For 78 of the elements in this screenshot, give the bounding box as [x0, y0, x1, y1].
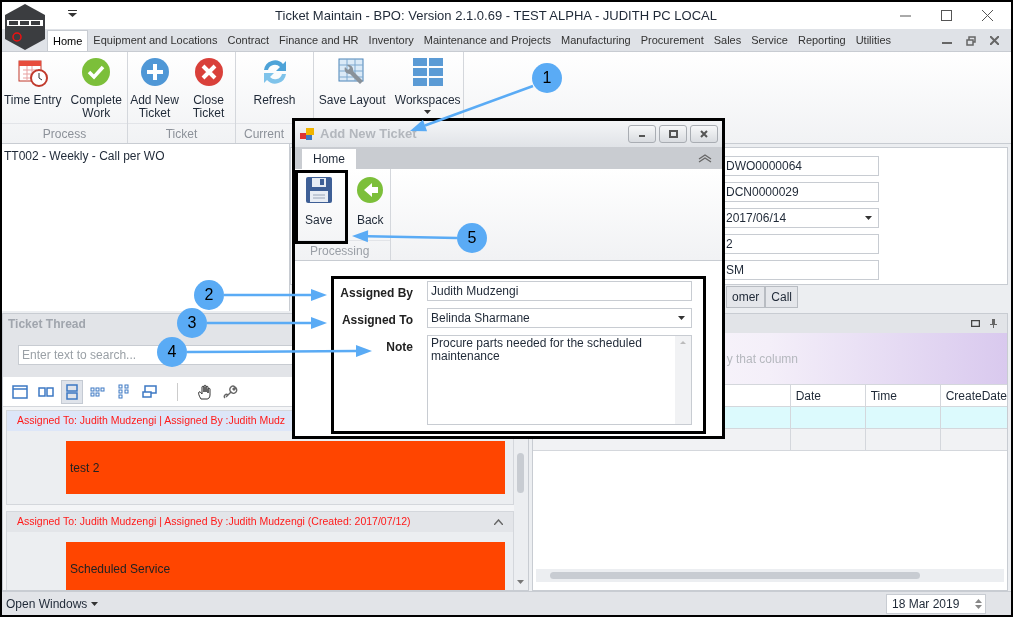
ribbon-tab[interactable]: Inventory: [363, 30, 419, 51]
ribbon-tab[interactable]: Procurement: [635, 30, 709, 51]
ribbon-tab[interactable]: Manufacturing: [556, 30, 636, 51]
note-field[interactable]: Procure parts needed for the scheduled maintenance: [427, 335, 692, 425]
panel-title: Ticket Thread: [8, 315, 86, 333]
field-label: Assigned By: [340, 285, 413, 302]
quick-access-icon[interactable]: [68, 10, 77, 17]
add-icon: [138, 56, 171, 88]
back-icon: [356, 176, 385, 204]
ribbon-button[interactable]: Time Entry: [2, 56, 64, 107]
tab[interactable]: Call: [765, 286, 798, 308]
column-header[interactable]: CreateDate: [940, 385, 1007, 406]
record-title: TT002 - Weekly - Call per WO: [4, 149, 165, 163]
field-label: Assigned To: [341, 312, 413, 329]
ribbon-button[interactable]: Save Layout: [314, 56, 391, 107]
maximize-icon: [666, 129, 680, 139]
collapse-icon[interactable]: [493, 519, 503, 525]
open-windows-menu[interactable]: Open Windows: [6, 594, 99, 613]
column-header[interactable]: Date: [790, 385, 866, 406]
tab[interactable]: omer: [726, 286, 766, 308]
app-icon: [300, 127, 314, 141]
dialog-title: Add New Ticket: [320, 125, 417, 144]
ribbon-tab[interactable]: Reporting: [792, 30, 851, 51]
ribbon-button[interactable]: Add New Ticket: [128, 56, 181, 120]
maximize-icon[interactable]: [971, 320, 980, 327]
entry-header: Assigned To: Judith Mudzengi | Assigned By :Judith Mudz: [17, 413, 286, 429]
window-title: Ticket Maintain - BPO: Version 2.1.0.69 - TEST ALPHA - JUDITH PC LOCAL: [274, 6, 718, 25]
close-icon[interactable]: [982, 10, 993, 21]
group-label: Processing: [310, 242, 370, 260]
ribbon-tab[interactable]: Home: [302, 149, 356, 169]
caret-icon: [678, 316, 685, 320]
maximize-button[interactable]: [659, 125, 687, 143]
group-label: Ticket: [165, 125, 198, 143]
column-header[interactable]: Time: [865, 385, 941, 406]
date-field[interactable]: 18 Mar 2019: [886, 593, 986, 614]
scrollbar[interactable]: [535, 569, 1004, 582]
rows-icon[interactable]: [61, 379, 83, 404]
save-icon: [304, 176, 333, 204]
ribbon-button[interactable]: Refresh: [241, 56, 308, 107]
group-label: Process: [42, 125, 87, 143]
restore-icon[interactable]: [966, 35, 976, 46]
caret-icon: [91, 601, 99, 606]
ribbon-button[interactable]: Complete Work: [65, 56, 127, 120]
close-button[interactable]: [690, 125, 718, 143]
check-icon: [80, 56, 113, 88]
spin-icon[interactable]: [975, 597, 982, 610]
thread-entry[interactable]: Assigned To: Judith Mudzengi | Assigned By :Judith Mudzengi (Created: 2017/07/12) Scheduled Service: [6, 511, 514, 590]
ribbon-button[interactable]: Back: [350, 176, 390, 229]
close-icon[interactable]: [990, 36, 999, 45]
group-hint: y that column: [726, 350, 798, 368]
ribbon-tab[interactable]: Utilities: [850, 30, 897, 51]
ribbon-button[interactable]: Close Ticket: [182, 56, 235, 120]
grid-icon: [410, 56, 445, 88]
group-label: Current: [244, 125, 284, 143]
scroll-down-icon[interactable]: [517, 580, 525, 584]
caret-icon: [865, 216, 872, 220]
note-text: test 2: [70, 459, 100, 477]
ribbon-tab[interactable]: Equipment and Locations: [88, 30, 223, 51]
ribbon-tab[interactable]: Service: [746, 30, 793, 51]
ribbon-tab[interactable]: Finance and HR: [274, 30, 364, 51]
close-icon: [697, 129, 711, 139]
scrollbar-thumb[interactable]: [517, 453, 525, 493]
note-text: Scheduled Service: [70, 560, 171, 578]
ribbon-tab[interactable]: Contract: [222, 30, 275, 51]
collapse-icon[interactable]: [698, 154, 712, 163]
ribbon-button[interactable]: Workspaces: [392, 56, 463, 114]
maximize-icon[interactable]: [941, 10, 952, 21]
entry-header: Assigned To: Judith Mudzengi | Assigned By :Judith Mudzengi (Created: 2017/07/12): [17, 514, 411, 530]
ribbon-tab[interactable]: Home: [47, 30, 89, 51]
pin-icon[interactable]: [990, 319, 997, 328]
dropdown-field[interactable]: Belinda Sharmane: [427, 308, 692, 328]
input-field[interactable]: Judith Mudzengi: [427, 281, 692, 301]
close-icon: [192, 56, 225, 88]
ribbon-button[interactable]: Save: [299, 176, 339, 229]
scrollbar-thumb[interactable]: [549, 572, 920, 579]
minimize-button[interactable]: [628, 125, 656, 143]
ribbon-tab[interactable]: Sales: [708, 30, 747, 51]
ribbon-tab[interactable]: Maintenance and Projects: [418, 30, 556, 51]
